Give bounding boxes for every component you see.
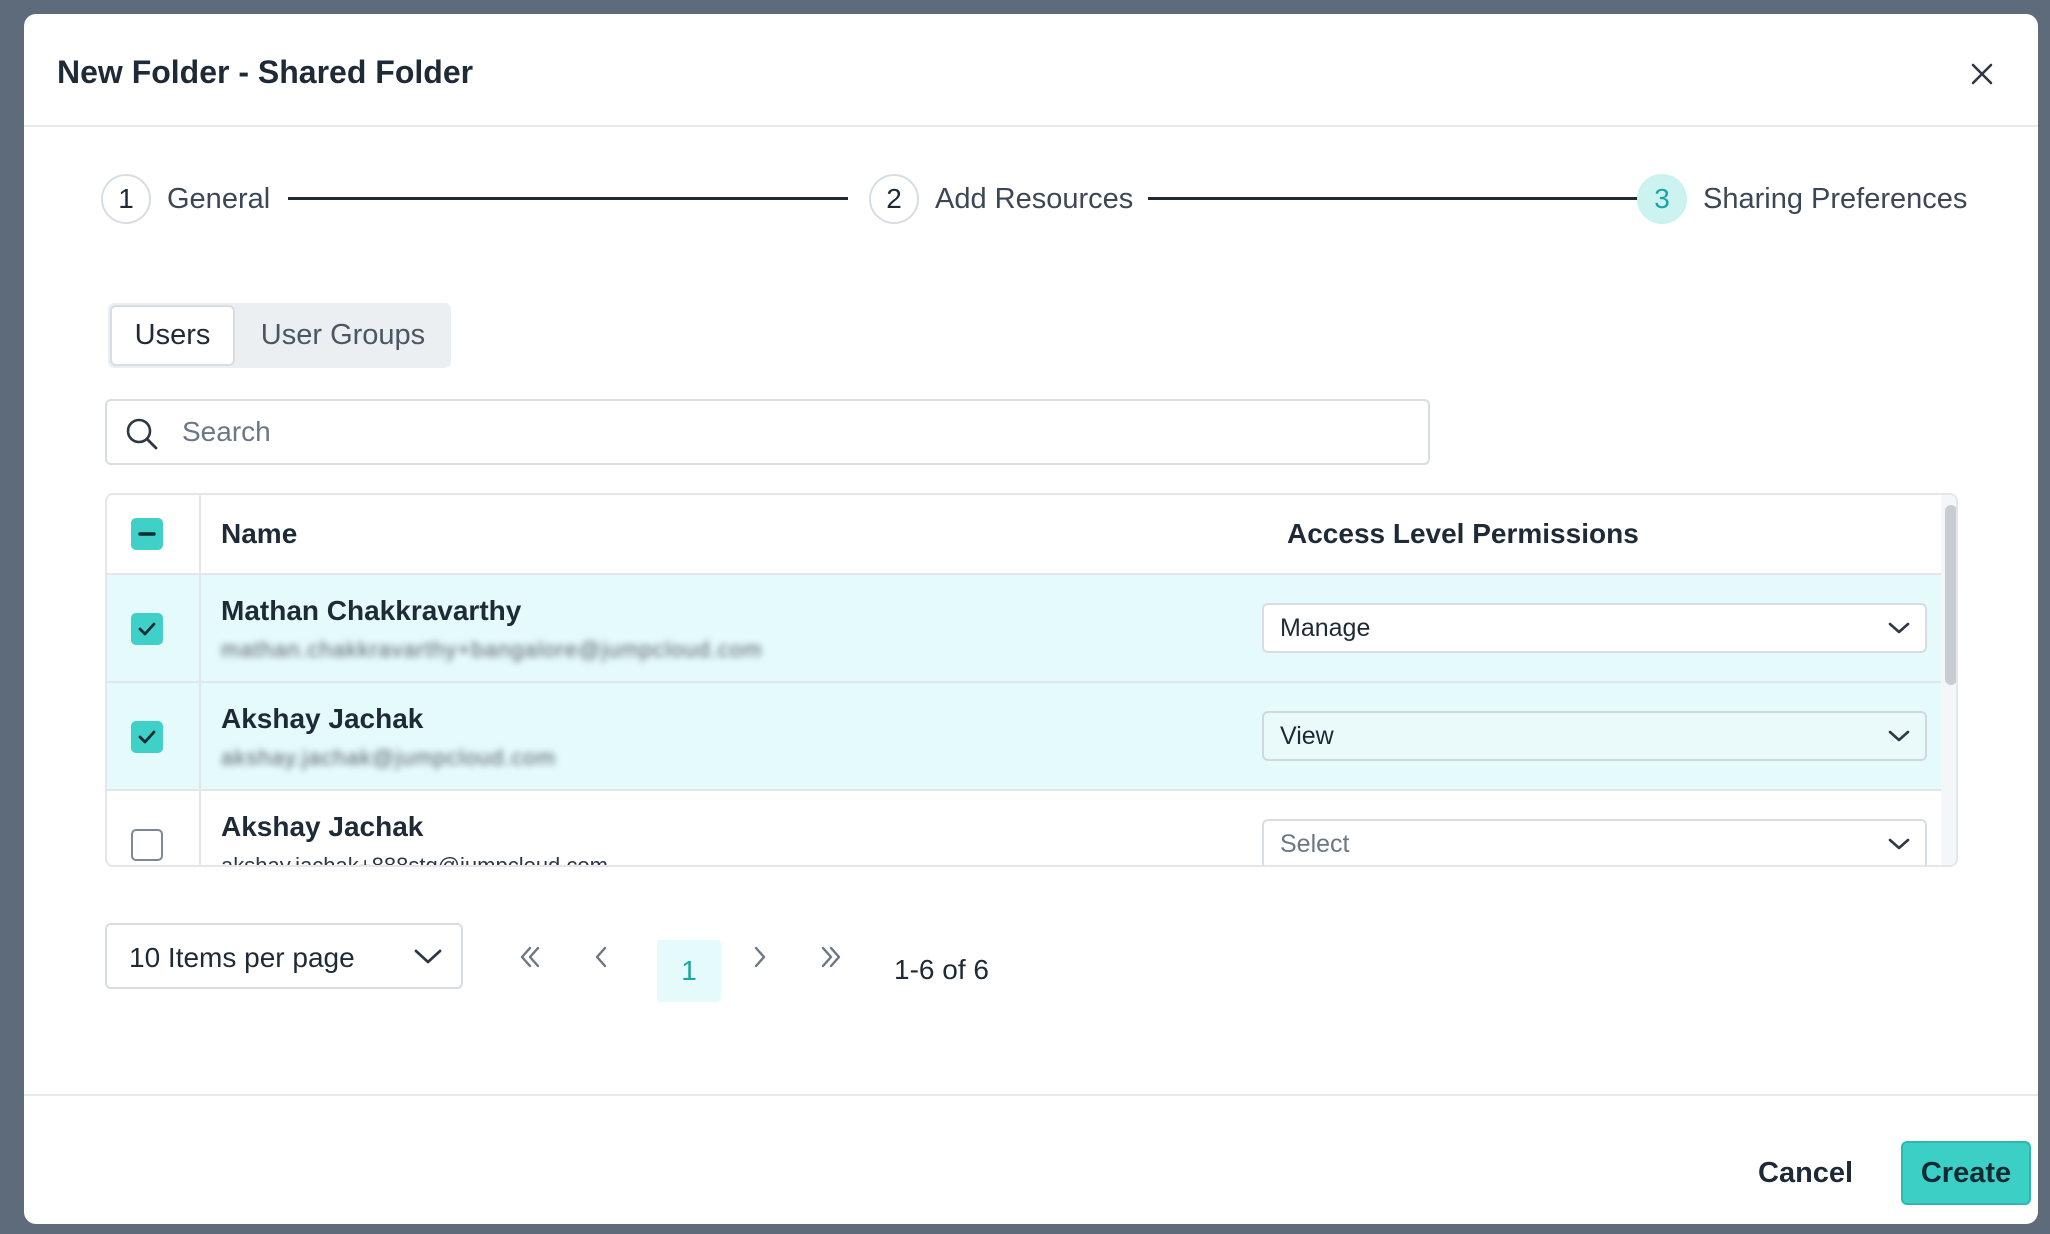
chevron-down-icon xyxy=(1888,838,1910,850)
table-header: Name Access Level Permissions xyxy=(107,495,1941,575)
double-chevron-right-icon xyxy=(821,946,841,968)
search-icon xyxy=(126,418,158,450)
shared-folder-modal: New Folder - Shared Folder 1 General 2 A… xyxy=(24,14,2038,1224)
user-name: Mathan Chakkravarthy xyxy=(221,595,522,626)
permission-dropdown[interactable]: Select xyxy=(1262,819,1927,865)
modal-footer xyxy=(24,1094,2038,1224)
step-label: Sharing Preferences xyxy=(1703,182,1968,215)
dropdown-placeholder: Select xyxy=(1280,829,1350,858)
step-sharing-preferences: 3 Sharing Preferences xyxy=(1637,173,1967,225)
users-table: Name Access Level Permissions Mathan Cha… xyxy=(105,493,1958,867)
chevron-right-icon xyxy=(754,946,766,968)
close-icon xyxy=(1971,63,1993,85)
column-header-name[interactable]: Name xyxy=(221,495,297,573)
table-scrollbar-thumb[interactable] xyxy=(1945,505,1956,685)
double-chevron-left-icon xyxy=(520,946,540,968)
checkmark-icon xyxy=(138,622,156,636)
column-header-access: Access Level Permissions xyxy=(1287,518,1639,549)
step-add-resources: 2 Add Resources xyxy=(869,173,1133,225)
select-all-checkbox[interactable] xyxy=(131,518,163,550)
close-button[interactable] xyxy=(1962,54,2002,94)
table-row: Mathan Chakkravarthy mathan.chakkravarth… xyxy=(107,575,1941,683)
items-per-page-value: 10 Items per page xyxy=(129,942,355,973)
tab-users[interactable]: Users xyxy=(110,305,235,366)
table-row: Akshay Jachak akshay.jachak+888stg@jumpc… xyxy=(107,791,1941,867)
dropdown-value: Manage xyxy=(1280,613,1371,642)
step-number: 2 xyxy=(869,174,919,224)
table-body-viewport: Name Access Level Permissions Mathan Cha… xyxy=(107,495,1941,865)
user-email-obscured: akshay.jachak@jumpcloud.com xyxy=(221,745,557,770)
permission-dropdown[interactable]: Manage xyxy=(1262,603,1927,653)
items-per-page-select[interactable]: 10 Items per page xyxy=(105,923,463,989)
user-name: Akshay Jachak xyxy=(221,811,424,842)
next-page-button[interactable] xyxy=(742,939,778,975)
chevron-down-icon xyxy=(1888,622,1910,634)
modal-header: New Folder - Shared Folder xyxy=(24,14,2038,127)
row-checkbox[interactable] xyxy=(131,613,163,645)
first-page-button[interactable] xyxy=(512,939,548,975)
tab-user-groups[interactable]: User Groups xyxy=(235,303,451,368)
row-checkbox[interactable] xyxy=(131,721,163,753)
step-label: General xyxy=(167,182,271,215)
step-general: 1 General xyxy=(101,173,270,225)
dropdown-value: View xyxy=(1280,721,1334,750)
column-divider xyxy=(199,495,201,865)
tab-bar: Users User Groups xyxy=(108,303,451,368)
chevron-left-icon xyxy=(595,946,607,968)
step-number: 1 xyxy=(101,174,151,224)
user-email-obscured: mathan.chakkravarthy+bangalore@jumpcloud… xyxy=(221,637,763,662)
row-checkbox[interactable] xyxy=(131,829,163,861)
user-email: akshay.jachak+888stg@jumpcloud.com xyxy=(221,853,608,867)
search-input[interactable] xyxy=(182,409,1402,455)
table-row: Akshay Jachak akshay.jachak@jumpcloud.co… xyxy=(107,683,1941,791)
checkmark-icon xyxy=(138,730,156,744)
search-box xyxy=(105,399,1430,465)
previous-page-button[interactable] xyxy=(583,939,619,975)
minus-icon xyxy=(138,532,156,536)
modal-title: New Folder - Shared Folder xyxy=(57,54,474,90)
chevron-down-icon xyxy=(1888,730,1910,742)
step-number: 3 xyxy=(1637,174,1687,224)
user-name: Akshay Jachak xyxy=(221,703,424,734)
step-connector xyxy=(288,197,848,200)
step-connector xyxy=(1148,197,1640,200)
pagination-range: 1-6 of 6 xyxy=(894,954,989,985)
last-page-button[interactable] xyxy=(813,939,849,975)
step-label: Add Resources xyxy=(935,182,1134,215)
permission-dropdown[interactable]: View xyxy=(1262,711,1927,761)
page-1-button[interactable]: 1 xyxy=(657,940,721,1002)
create-button[interactable]: Create xyxy=(1901,1141,2031,1205)
cancel-button[interactable]: Cancel xyxy=(1742,1141,1869,1205)
chevron-down-icon xyxy=(414,949,442,964)
